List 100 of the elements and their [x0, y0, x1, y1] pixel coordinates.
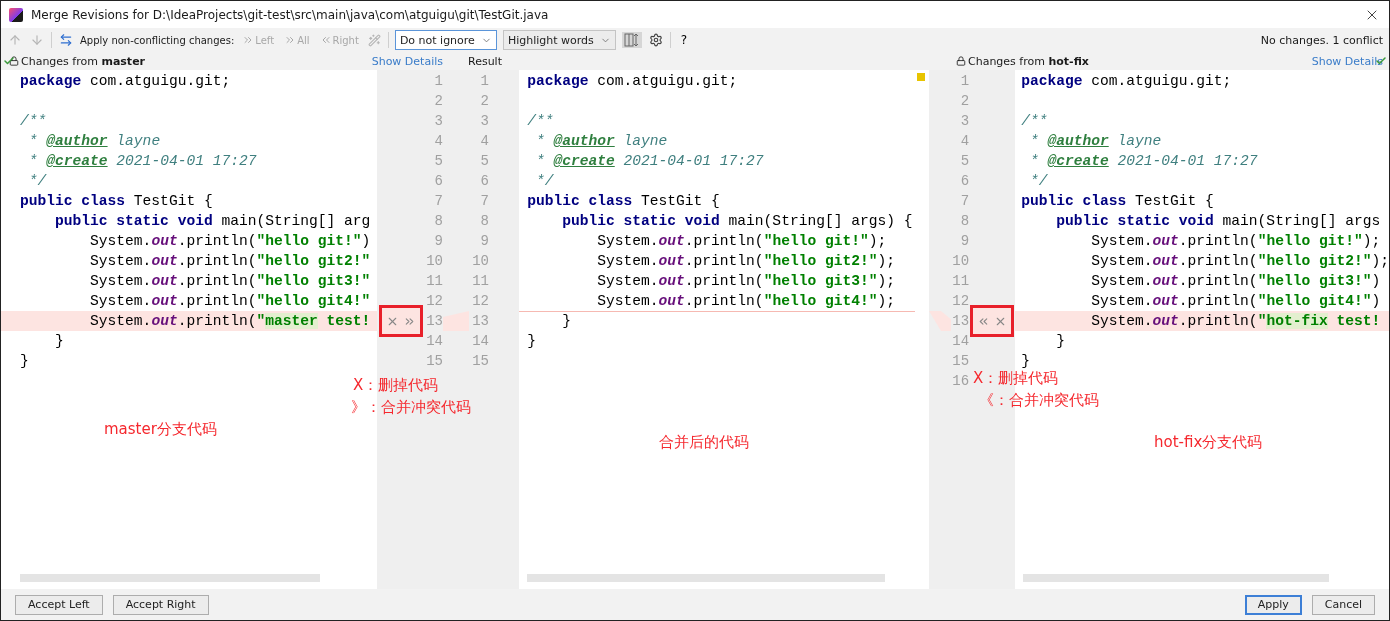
line-number: 9: [434, 233, 443, 249]
line-number: 8: [480, 213, 489, 229]
line-number: 6: [434, 173, 443, 189]
dropdown[interactable]: Do not ignore: [394, 30, 497, 50]
code-line: /**: [526, 112, 555, 131]
window-title: Merge Revisions for D:\IdeaProjects\git-test\src\main\java\com\atguigu\git\TestGit.java: [31, 7, 550, 22]
code-line: }: [1055, 332, 1066, 351]
annotation-text: 合并后的代码: [659, 433, 749, 452]
accept-button[interactable]: Accept Right: [112, 594, 209, 615]
line-number: 2: [480, 93, 489, 109]
code-line: public static void main(String[] arg: [54, 212, 372, 231]
annotation-text: X：删掉代码: [353, 376, 439, 395]
line-number: 1: [434, 73, 443, 89]
line-number: 4: [480, 133, 489, 149]
line-number: 3: [434, 113, 443, 129]
change-marker-icon: [917, 73, 926, 81]
arrow-down-icon[interactable]: [30, 33, 44, 47]
scrollbar[interactable]: [20, 574, 320, 582]
line-number: 6: [480, 173, 489, 189]
line-number: 15: [472, 353, 489, 369]
wand-icon[interactable]: [367, 33, 381, 47]
code-line: System.out.println("hello git4!"): [1090, 292, 1382, 311]
code-line: }: [526, 332, 537, 351]
line-number: 13: [952, 313, 970, 329]
lock-icon: [9, 56, 19, 66]
line-number: 10: [426, 253, 443, 269]
line-number: 14: [952, 333, 970, 349]
code-line: */: [27, 172, 48, 191]
code-line: * @create 2021-04-01 17:27: [27, 152, 258, 171]
line-number: 3: [480, 113, 489, 129]
code-line: * @author layne: [27, 132, 162, 151]
code-line: }: [54, 332, 65, 351]
code-line: * @create 2021-04-01 17:27: [1028, 152, 1259, 171]
annotation-text: X：删掉代码: [973, 369, 1059, 388]
arrows-icon[interactable]: [59, 33, 73, 47]
conflict-connector: [929, 311, 952, 331]
line-number: 16: [952, 373, 970, 389]
line-number: 7: [960, 193, 970, 209]
accept-button[interactable]: Accept Left: [15, 594, 103, 615]
apply-label: Apply non-conflicting changes:: [80, 34, 235, 46]
line-number: 1: [960, 73, 970, 89]
code-line: System.out.println("hello git2!");: [596, 252, 896, 271]
line-number: 10: [472, 253, 489, 269]
code-line: }: [1020, 352, 1031, 370]
code-line: public class TestGit {: [1020, 192, 1215, 211]
line-number: 8: [434, 213, 443, 229]
line-number: 4: [960, 133, 970, 149]
code-line: * @author layne: [1028, 132, 1163, 151]
check-icon: [3, 55, 15, 67]
line-number: 9: [480, 233, 489, 249]
line-number: 4: [434, 133, 443, 149]
code-line: System.out.println("hello git!"): [89, 232, 372, 251]
line-number: 8: [960, 213, 970, 229]
line-number: 3: [960, 113, 970, 129]
show-details-link[interactable]: Show Details: [1311, 54, 1383, 68]
code-line: }: [19, 352, 30, 371]
annotation-text: 《：合并冲突代码: [979, 391, 1099, 410]
line-number: 13: [426, 313, 443, 329]
code-line: System.out.println("hello git3!": [89, 272, 372, 291]
line-number: 13: [472, 313, 489, 329]
dropdown[interactable]: Highlight words: [502, 30, 616, 50]
line-number: 12: [426, 293, 443, 309]
scrollbar[interactable]: [1023, 574, 1330, 582]
line-number: 10: [952, 253, 970, 269]
code-line: public static void main(String[] args: [1055, 212, 1382, 231]
code-line: System.out.println("hello git3!"): [1090, 272, 1382, 291]
line-number: 2: [960, 93, 970, 109]
help-button[interactable]: ?: [676, 33, 692, 47]
line-number: 7: [480, 193, 489, 209]
code-line: * @create 2021-04-01 17:27: [534, 152, 765, 171]
code-line: System.out.println("hello git4!": [89, 292, 372, 311]
code-line: package com.atguigu.git;: [1020, 72, 1233, 91]
lock-icon: [956, 56, 966, 66]
code-line: System.out.println("hello git!");: [596, 232, 888, 251]
toggle-button[interactable]: [621, 32, 642, 48]
code-line: public static void main(String[] args) {: [561, 212, 914, 231]
pane-title: Changes from master: [21, 54, 145, 68]
code-line: package com.atguigu.git;: [19, 72, 232, 91]
code-line: System.out.println("hello git!");: [1090, 232, 1382, 251]
dialog-button[interactable]: Cancel: [1311, 594, 1375, 615]
annotation-text: master分支代码: [104, 420, 217, 439]
line-number: 2: [434, 93, 443, 109]
pane-title: Changes from hot-fix: [968, 54, 1089, 68]
line-number: 14: [426, 333, 443, 349]
line-number: 11: [426, 273, 443, 289]
scrollbar[interactable]: [527, 574, 886, 582]
line-number: 7: [434, 193, 443, 209]
code-line: */: [534, 172, 555, 191]
code-line: */: [1028, 172, 1049, 191]
line-number: 11: [472, 273, 489, 289]
line-number: 6: [960, 173, 970, 189]
line-number: 15: [952, 353, 970, 369]
show-details-link[interactable]: Show Details: [371, 54, 443, 68]
settings-icon[interactable]: [648, 33, 663, 47]
dialog-button[interactable]: Apply: [1244, 594, 1302, 615]
status-text: No changes. 1 conflict: [1260, 33, 1383, 47]
line-number: 11: [952, 273, 970, 289]
line-number: 9: [960, 233, 970, 249]
line-number: 14: [472, 333, 489, 349]
code-line: System.out.println("hello git4!");: [596, 292, 896, 311]
